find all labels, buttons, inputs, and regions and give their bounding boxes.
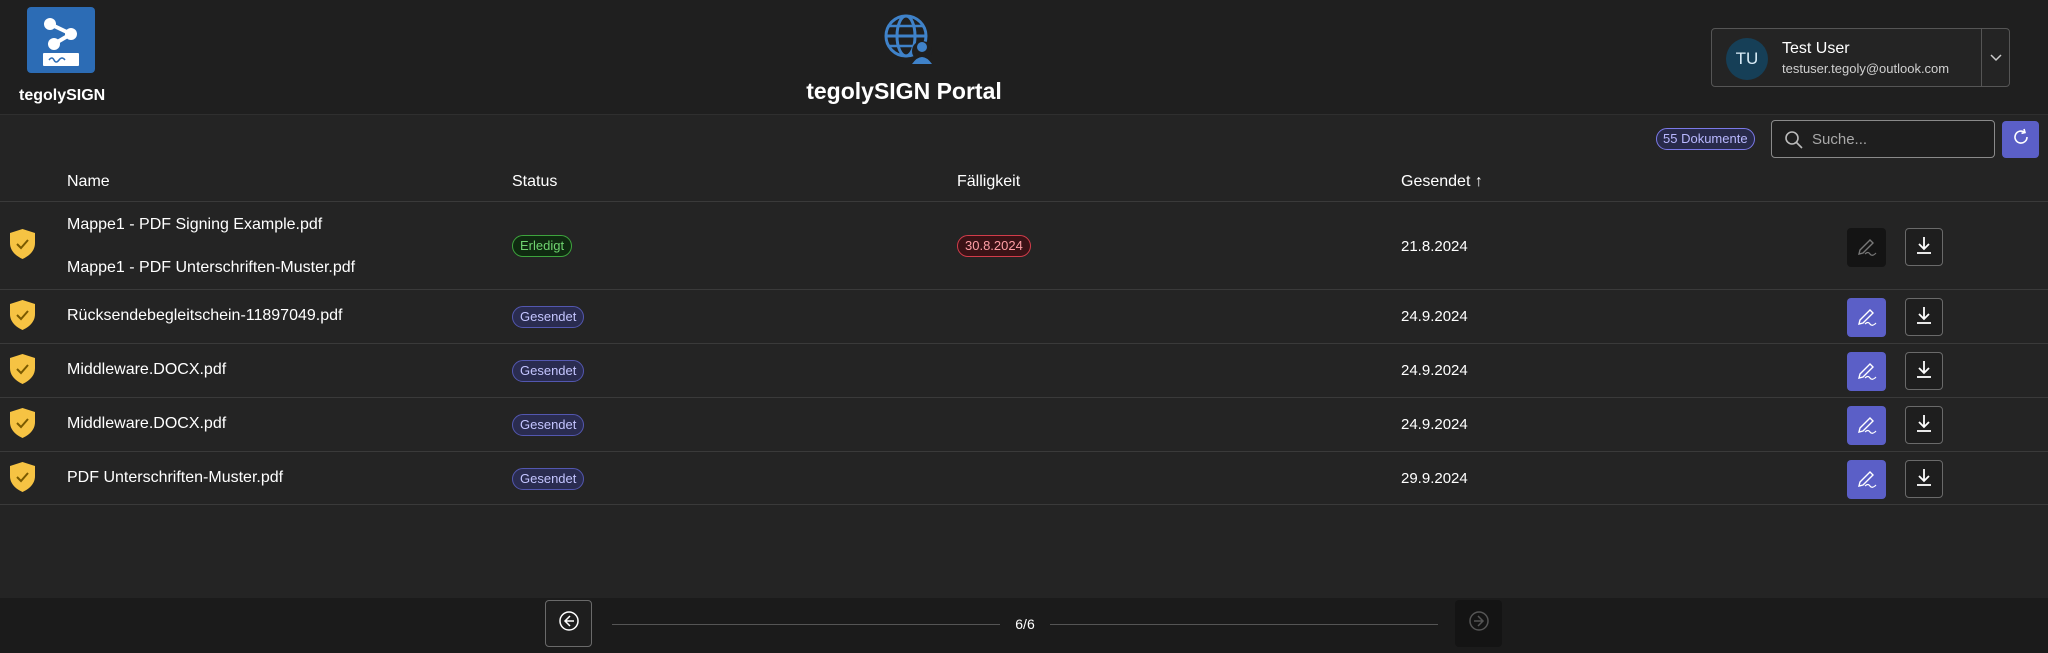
table-row[interactable]: Rücksendebegleitschein-11897049.pdf Gese… (0, 289, 2048, 343)
signature-icon (1856, 412, 1878, 439)
shield-check-icon (9, 228, 36, 260)
signature-icon (1856, 358, 1878, 385)
avatar: TU (1726, 38, 1768, 80)
arrow-left-icon (558, 610, 580, 637)
user-email: testuser.tegoly@outlook.com (1782, 61, 1950, 76)
column-header-name[interactable]: Name (67, 173, 110, 191)
page-title: tegolySIGN Portal (806, 78, 1002, 104)
column-header-sent[interactable]: Gesendet ↑ (1401, 173, 1483, 191)
arrow-right-icon (1468, 610, 1490, 637)
pagination-track (612, 624, 1000, 625)
app-header: tegolySIGN tegolySIGN Portal TU Test Use… (0, 0, 2048, 114)
download-button[interactable] (1905, 298, 1943, 336)
download-button[interactable] (1905, 460, 1943, 498)
sent-date: 24.9.2024 (1401, 416, 1468, 433)
search-icon (1784, 130, 1804, 150)
sign-button[interactable] (1847, 406, 1886, 445)
shield-check-icon (9, 461, 36, 493)
status-badge: Gesendet (512, 414, 585, 436)
download-button[interactable] (1905, 406, 1943, 444)
shield-check-icon (9, 299, 36, 331)
shield-check-icon (9, 407, 36, 439)
sent-date: 24.9.2024 (1401, 308, 1468, 325)
status-badge: Gesendet (512, 306, 585, 328)
download-icon (1914, 413, 1934, 438)
sign-button[interactable] (1847, 228, 1886, 267)
next-page-button[interactable] (1455, 600, 1502, 647)
document-name[interactable]: Mappe1 - PDF Unterschriften-Muster.pdf (67, 259, 355, 277)
column-header-status[interactable]: Status (512, 173, 557, 191)
status-badge: Gesendet (512, 468, 585, 490)
document-name[interactable]: Middleware.DOCX.pdf (67, 415, 226, 433)
signature-icon (1856, 234, 1878, 261)
sent-date: 29.9.2024 (1401, 470, 1468, 487)
refresh-button[interactable] (2002, 121, 2039, 158)
table-row[interactable]: Middleware.DOCX.pdf Gesendet 24.9.2024 (0, 343, 2048, 397)
table-row[interactable]: Mappe1 - PDF Signing Example.pdf Mappe1 … (0, 201, 2048, 289)
sign-button[interactable] (1847, 352, 1886, 391)
status-badge: Gesendet (512, 360, 585, 382)
previous-page-button[interactable] (545, 600, 592, 647)
sign-button[interactable] (1847, 298, 1886, 337)
app-logo-icon[interactable] (27, 7, 95, 73)
search-field[interactable] (1771, 120, 1995, 158)
download-button[interactable] (1905, 228, 1943, 266)
document-name[interactable]: Rücksendebegleitschein-11897049.pdf (67, 307, 342, 325)
table-row[interactable]: Middleware.DOCX.pdf Gesendet 24.9.2024 (0, 397, 2048, 451)
document-name[interactable]: PDF Unterschriften-Muster.pdf (67, 469, 283, 487)
user-name: Test User (1782, 40, 1850, 57)
download-icon (1914, 359, 1934, 384)
download-button[interactable] (1905, 352, 1943, 390)
document-name[interactable]: Mappe1 - PDF Signing Example.pdf (67, 216, 322, 234)
refresh-icon (2011, 127, 2031, 152)
download-icon (1914, 467, 1934, 492)
download-icon (1914, 305, 1934, 330)
document-name[interactable]: Middleware.DOCX.pdf (67, 361, 226, 379)
globe-user-icon (882, 12, 938, 68)
shield-check-icon (9, 353, 36, 385)
sign-button[interactable] (1847, 460, 1886, 499)
download-icon (1914, 235, 1934, 260)
signature-icon (1856, 304, 1878, 331)
user-account-menu[interactable]: TU Test User testuser.tegoly@outlook.com (1711, 28, 2010, 87)
due-date-badge: 30.8.2024 (957, 235, 1031, 257)
chevron-down-icon[interactable] (1982, 29, 2010, 86)
page-indicator: 6/6 (1015, 616, 1035, 632)
signature-icon (1856, 466, 1878, 493)
sent-date: 21.8.2024 (1401, 238, 1468, 255)
status-badge: Erledigt (512, 235, 573, 257)
table-row[interactable]: PDF Unterschriften-Muster.pdf Gesendet 2… (0, 451, 2048, 505)
sent-date: 24.9.2024 (1401, 362, 1468, 379)
column-header-due[interactable]: Fälligkeit (957, 173, 1020, 191)
pagination-track (1050, 624, 1438, 625)
search-input[interactable] (1812, 121, 1990, 157)
document-count-badge: 55 Dokumente (1656, 128, 1755, 150)
